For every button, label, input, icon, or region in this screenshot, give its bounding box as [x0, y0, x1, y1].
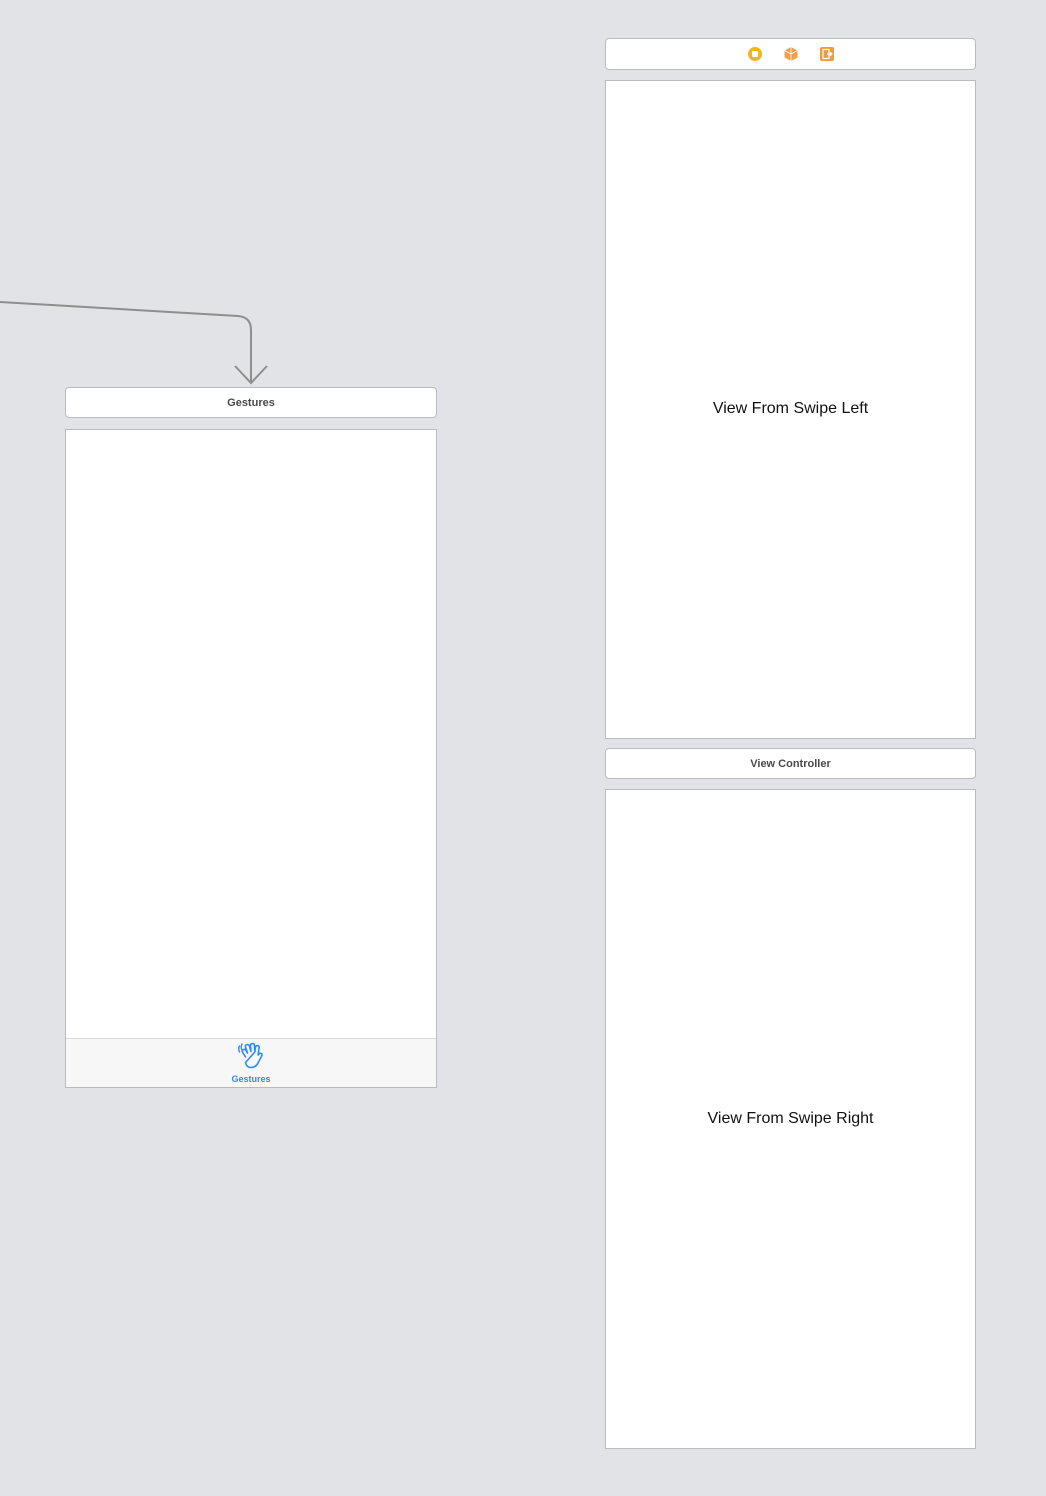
- view-controller-scene-header[interactable]: View Controller: [605, 748, 976, 779]
- gestures-scene-title: Gestures: [227, 396, 275, 409]
- tab-item-label: Gestures: [231, 1074, 271, 1084]
- scene-dock-icons: [747, 46, 835, 62]
- exit-icon[interactable]: [819, 46, 835, 62]
- swipe-right-scene-view[interactable]: View From Swipe Right: [605, 789, 976, 1449]
- swipe-left-label: View From Swipe Left: [712, 400, 869, 417]
- swipe-right-label: View From Swipe Right: [707, 1110, 874, 1127]
- first-responder-icon[interactable]: [783, 46, 799, 62]
- hand-wave-icon: [236, 1042, 266, 1075]
- segue-line: [0, 301, 252, 382]
- gestures-scene-header[interactable]: Gestures: [65, 387, 437, 418]
- tab-bar: Gestures: [66, 1038, 436, 1087]
- swipe-left-scene-dock[interactable]: [605, 38, 976, 70]
- view-controller-scene-title: View Controller: [750, 757, 831, 770]
- view-controller-icon[interactable]: [747, 46, 763, 62]
- gestures-scene-view[interactable]: Gestures: [65, 429, 437, 1088]
- tab-item-gestures[interactable]: Gestures: [231, 1042, 271, 1084]
- swipe-left-scene-view[interactable]: View From Swipe Left: [605, 80, 976, 739]
